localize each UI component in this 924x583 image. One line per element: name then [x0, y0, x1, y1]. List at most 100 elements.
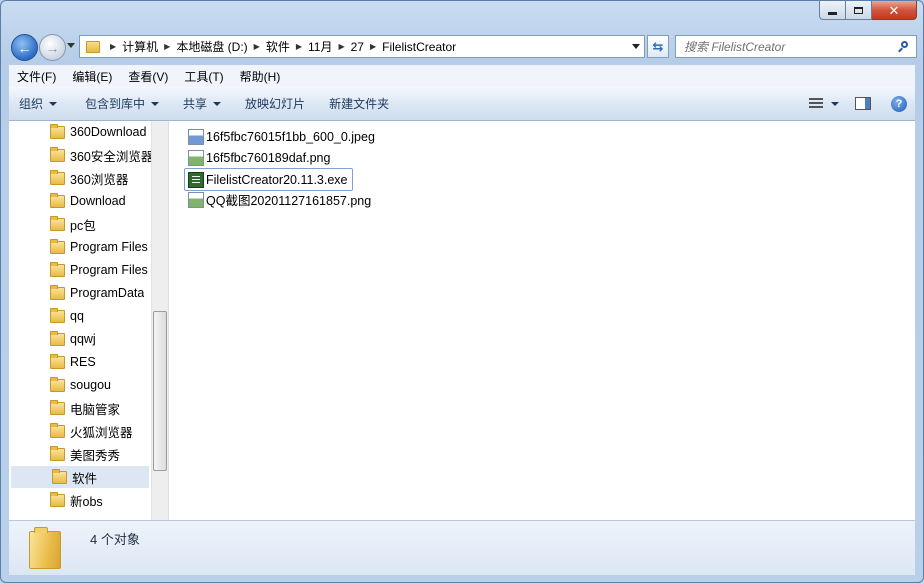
sidebar-item-label: Program Files	[70, 263, 148, 277]
sidebar-item[interactable]: 360安全浏览器	[9, 144, 151, 166]
chevron-right-icon[interactable]: ▶	[164, 42, 170, 51]
sidebar-item[interactable]: 360Download	[9, 121, 151, 143]
file-name: QQ截图20201127161857.png	[206, 194, 372, 208]
command-bar: 组织 包含到库中 共享 放映幻灯片 新建文件夹 ?	[9, 87, 915, 121]
menu-view[interactable]: 查看(V)	[120, 68, 176, 85]
address-dropdown-icon[interactable]	[632, 44, 640, 49]
slideshow-label: 放映幻灯片	[245, 97, 306, 111]
folder-icon	[50, 215, 65, 231]
search-box[interactable]: 搜索 FilelistCreator	[675, 35, 917, 58]
sidebar-item[interactable]: 电脑管家	[9, 397, 151, 419]
minimize-button[interactable]	[819, 1, 846, 20]
breadcrumb-filelistcreator[interactable]: FilelistCreator	[382, 40, 456, 54]
chevron-right-icon[interactable]: ▶	[254, 42, 260, 51]
folder-icon	[50, 445, 65, 461]
sidebar-item-label: RES	[70, 355, 96, 369]
minimize-icon	[828, 11, 837, 15]
slideshow-button[interactable]: 放映幻灯片	[235, 95, 315, 112]
chevron-right-icon[interactable]: ▶	[296, 42, 302, 51]
sidebar-item[interactable]: Download	[9, 190, 151, 212]
close-icon: ✕	[888, 2, 900, 18]
folder-icon	[50, 123, 65, 139]
chevron-right-icon[interactable]: ▶	[110, 42, 116, 51]
breadcrumb-drive-d[interactable]: 本地磁盘 (D:)	[176, 38, 247, 55]
sidebar-item-label: pc包	[70, 218, 96, 233]
breadcrumb-software[interactable]: 软件	[266, 38, 290, 55]
file-item[interactable]: QQ截图20201127161857.png	[185, 189, 371, 210]
menu-help[interactable]: 帮助(H)	[232, 68, 289, 85]
view-controls: ?	[809, 87, 915, 120]
file-item[interactable]: FilelistCreator20.11.3.exe	[184, 168, 353, 191]
caption-buttons: ✕	[819, 1, 917, 20]
change-view-icon[interactable]	[809, 97, 823, 110]
explorer-window: ✕ ← → ▶ 计算机 ▶ 本地磁盘 (D:) ▶ 软件 ▶ 11月 ▶ 27 …	[0, 0, 924, 583]
folder-icon	[50, 422, 65, 438]
sidebar-item[interactable]: qq	[9, 305, 151, 327]
preview-pane-icon[interactable]	[855, 97, 871, 110]
file-name: 16f5fbc76015f1bb_600_0.jpeg	[206, 129, 375, 144]
scrollbar-thumb[interactable]	[153, 311, 167, 471]
breadcrumb-november[interactable]: 11月	[308, 38, 332, 55]
recent-pages-dropdown[interactable]	[67, 43, 75, 48]
menu-edit[interactable]: 编辑(E)	[64, 68, 120, 85]
address-bar[interactable]: ▶ 计算机 ▶ 本地磁盘 (D:) ▶ 软件 ▶ 11月 ▶ 27 ▶ File…	[79, 35, 645, 58]
menu-bar: 文件(F) 编辑(E) 查看(V) 工具(T) 帮助(H)	[9, 65, 915, 88]
forward-button[interactable]: →	[39, 34, 66, 61]
navigation-scrollbar[interactable]	[151, 121, 168, 520]
search-icon[interactable]	[898, 40, 910, 53]
share-button[interactable]: 共享	[173, 95, 231, 112]
sidebar-item[interactable]: ProgramData	[9, 282, 151, 304]
new-folder-button[interactable]: 新建文件夹	[319, 95, 399, 112]
sidebar-item[interactable]: Program Files	[9, 259, 151, 281]
help-icon[interactable]: ?	[891, 95, 907, 112]
sidebar-item-label: 电脑管家	[70, 402, 121, 417]
sidebar-item[interactable]: qqwj	[9, 328, 151, 350]
item-count: 4 个对象	[90, 532, 140, 547]
navigation-bar: ← → ▶ 计算机 ▶ 本地磁盘 (D:) ▶ 软件 ▶ 11月 ▶ 27 ▶ …	[9, 31, 917, 61]
sidebar-item-label: 美图秀秀	[70, 448, 121, 463]
include-in-library-button[interactable]: 包含到库中	[75, 95, 169, 112]
chevron-down-icon[interactable]	[831, 101, 839, 106]
include-library-label: 包含到库中	[85, 97, 146, 111]
menu-file[interactable]: 文件(F)	[9, 68, 64, 85]
sidebar-item[interactable]: RES	[9, 351, 151, 373]
folder-icon	[50, 491, 65, 507]
close-button[interactable]: ✕	[872, 1, 917, 20]
file-list: 16f5fbc76015f1bb_600_0.jpeg 16f5fbc760189…	[169, 121, 915, 520]
chevron-right-icon[interactable]: ▶	[370, 42, 376, 51]
menu-tools[interactable]: 工具(T)	[176, 68, 231, 85]
file-item[interactable]: 16f5fbc760189daf.png	[185, 147, 330, 168]
folder-icon	[50, 146, 65, 162]
maximize-button[interactable]	[846, 1, 872, 20]
chevron-down-icon	[49, 101, 58, 106]
folder-icon	[29, 527, 61, 569]
arrow-left-icon: ←	[17, 39, 32, 56]
search-input[interactable]: 搜索 FilelistCreator	[684, 38, 898, 55]
refresh-icon: ⇆	[652, 38, 664, 54]
folder-icon	[50, 376, 65, 392]
sidebar-item[interactable]: Program Files	[9, 236, 151, 258]
folder-icon	[50, 399, 65, 415]
maximize-icon	[854, 6, 863, 14]
sidebar-item[interactable]: 新obs	[9, 489, 151, 511]
sidebar-item-label: 火狐浏览器	[70, 425, 133, 440]
sidebar-item[interactable]: 美图秀秀	[9, 443, 151, 465]
back-button[interactable]: ←	[11, 34, 38, 61]
sidebar-item[interactable]: 火狐浏览器	[9, 420, 151, 442]
chevron-right-icon[interactable]: ▶	[338, 42, 344, 51]
content-area: 360Download 360安全浏览器 360浏览器 Download pc包 Prog…	[9, 121, 915, 520]
sidebar-item[interactable]: 软件	[11, 466, 149, 488]
sidebar-item-label: qqwj	[70, 332, 96, 346]
breadcrumb-27[interactable]: 27	[351, 40, 364, 54]
sidebar-item-label: Program Files	[70, 240, 148, 254]
sidebar-item[interactable]: sougou	[9, 374, 151, 396]
sidebar-item[interactable]: 360浏览器	[9, 167, 151, 189]
refresh-button[interactable]: ⇆	[647, 35, 669, 58]
sidebar-item-label: 软件	[72, 471, 98, 486]
jpeg-icon	[188, 128, 204, 145]
file-item[interactable]: 16f5fbc76015f1bb_600_0.jpeg	[185, 126, 375, 147]
details-pane: 4 个对象	[9, 520, 915, 575]
organize-button[interactable]: 组织	[9, 95, 67, 112]
breadcrumb-computer[interactable]: 计算机	[122, 38, 158, 55]
sidebar-item[interactable]: pc包	[9, 213, 151, 235]
